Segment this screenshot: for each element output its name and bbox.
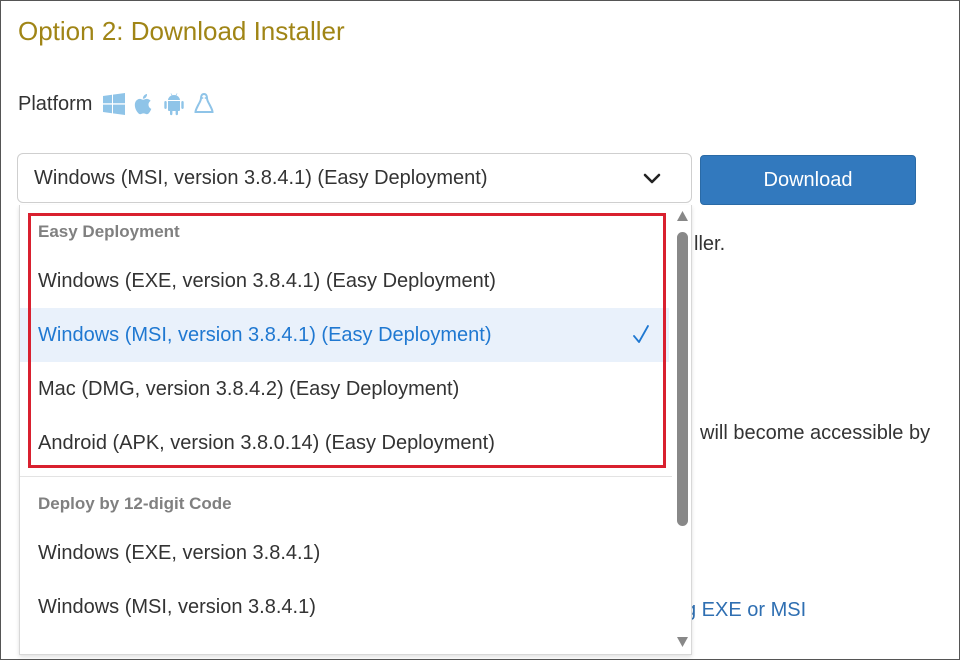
installer-select[interactable]: Windows (MSI, version 3.8.4.1) (Easy Dep… [17, 153, 692, 203]
group-divider [20, 476, 672, 477]
option-mac-dmg-easy[interactable]: Mac (DMG, version 3.8.4.2) (Easy Deploym… [20, 362, 669, 416]
checkmark-icon [633, 325, 649, 343]
apple-icon [135, 94, 152, 115]
option-label: Windows (MSI, version 3.8.4.1) (Easy Dep… [38, 323, 492, 346]
option-label: Mac (DMG, version 3.8.4.2) (Easy Deploym… [38, 377, 460, 400]
group-header-deploy-by-code: Deploy by 12-digit Code [38, 494, 232, 513]
background-text-fragment-1: ller. [694, 233, 726, 255]
option-windows-msi-easy[interactable]: Windows (MSI, version 3.8.4.1) (Easy Dep… [20, 308, 669, 362]
option-label: Windows (EXE, version 3.8.4.1) (Easy Dep… [38, 269, 496, 292]
download-button[interactable]: Download [700, 155, 916, 205]
platform-row: Platform [18, 90, 222, 118]
scroll-up-arrow-icon[interactable] [676, 210, 689, 223]
group-header-easy-deployment: Easy Deployment [38, 222, 180, 241]
installer-select-value: Windows (MSI, version 3.8.4.1) (Easy Dep… [34, 166, 488, 189]
option-windows-exe-code[interactable]: Windows (EXE, version 3.8.4.1) [20, 526, 669, 580]
option-android-apk-easy[interactable]: Android (APK, version 3.8.0.14) (Easy De… [20, 416, 669, 470]
background-text-fragment-2: will become accessible by [700, 422, 931, 444]
installer-dropdown-list: Easy Deployment Windows (EXE, version 3.… [19, 205, 692, 655]
chevron-down-icon [643, 173, 661, 184]
option-label: Windows (MSI, version 3.8.4.1) [38, 595, 316, 618]
option-label: Windows (EXE, version 3.8.4.1) [38, 541, 321, 564]
platform-label: Platform [18, 92, 93, 115]
android-icon [164, 93, 185, 116]
page-title: Option 2: Download Installer [18, 16, 345, 46]
dropdown-scrollbar[interactable] [672, 205, 691, 654]
option-windows-msi-code[interactable]: Windows (MSI, version 3.8.4.1) [20, 580, 669, 634]
option-label: Android (APK, version 3.8.0.14) (Easy De… [38, 431, 495, 454]
linux-icon [194, 92, 214, 113]
windows-icon [103, 93, 126, 115]
background-link-fragment[interactable]: g EXE or MSI [685, 599, 806, 622]
scroll-down-arrow-icon[interactable] [676, 635, 689, 648]
scrollbar-thumb[interactable] [677, 232, 688, 526]
option-windows-exe-easy[interactable]: Windows (EXE, version 3.8.4.1) (Easy Dep… [20, 254, 669, 308]
